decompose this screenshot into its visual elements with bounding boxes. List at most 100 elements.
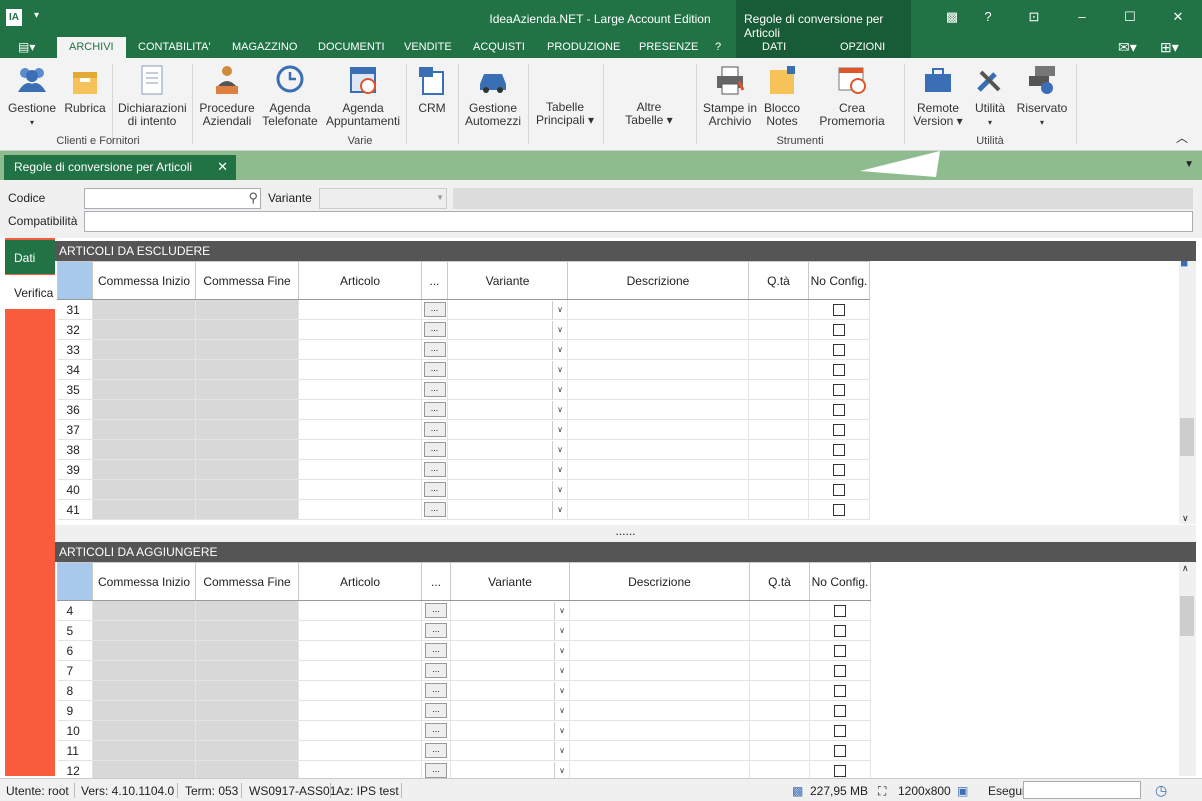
cell-commessa-inizio[interactable] [92,299,196,320]
no-config-checkbox[interactable] [833,323,845,336]
history-icon[interactable]: ◷ [1155,782,1167,799]
cell-qta[interactable] [749,720,810,741]
cell-commessa-inizio[interactable] [92,459,196,480]
table-row[interactable]: 5... ∨ [57,620,871,641]
cell-commessa-fine[interactable] [195,720,299,741]
cell-commessa-inizio[interactable] [92,379,196,400]
cell-commessa-fine[interactable] [195,680,299,701]
cell-variante[interactable]: ∨ [450,600,570,621]
window-layout-icon[interactable]: ⊞▾ [1160,39,1179,56]
cell-variante[interactable]: ∨ [447,299,568,320]
cell-commessa-fine[interactable] [195,640,299,661]
rubrica-button[interactable]: Rubrica [62,62,108,115]
lookup-button[interactable]: ... [425,603,447,618]
cell-qta[interactable] [748,299,809,320]
compatibilita-input[interactable] [84,211,1193,232]
table-row[interactable]: 40... ∨ [57,479,870,500]
window-icon[interactable]: ▣ [957,784,968,798]
cell-descrizione[interactable] [569,620,750,641]
col-lookup[interactable]: ... [421,261,448,300]
remote-version-button[interactable]: Remote Version ▾ [910,62,966,128]
chevron-down-icon[interactable]: ∨ [552,380,567,399]
no-config-checkbox[interactable] [833,483,845,496]
cell-articolo[interactable] [298,299,422,320]
col-articolo[interactable]: Articolo [298,261,422,300]
tab-list-icon[interactable]: ▼ [1184,159,1194,170]
lookup-button[interactable]: ... [423,462,446,477]
lookup-button[interactable]: ... [425,743,447,758]
chevron-down-icon[interactable]: ∨ [552,460,567,479]
lookup-button[interactable]: ... [423,402,446,417]
cell-descrizione[interactable] [567,379,749,400]
cell-qta[interactable] [748,379,809,400]
table-row[interactable]: 33... ∨ [57,339,870,360]
cell-variante[interactable]: ∨ [450,660,570,681]
cell-commessa-fine[interactable] [195,379,299,400]
cell-articolo[interactable] [298,379,422,400]
cell-descrizione[interactable] [567,499,749,520]
app-icon[interactable]: IA [6,9,22,26]
file-menu-icon[interactable]: ▤▾ [18,40,36,54]
crea-promemoria-button[interactable]: Crea Promemoria [808,62,896,128]
cell-qta[interactable] [749,680,810,701]
cell-descrizione[interactable] [567,399,749,420]
lookup-button[interactable]: ... [423,442,446,457]
cell-commessa-fine[interactable] [195,620,299,641]
lookup-button[interactable]: ... [423,322,446,337]
cell-articolo[interactable] [298,640,422,661]
lookup-button[interactable]: ... [425,663,447,678]
chevron-down-icon[interactable]: ∨ [1182,513,1189,524]
cell-variante[interactable]: ∨ [447,319,568,340]
col-lookup[interactable]: ... [421,562,451,601]
no-config-checkbox[interactable] [834,704,846,717]
cell-descrizione[interactable] [569,720,750,741]
col-descrizione[interactable]: Descrizione [567,261,749,300]
altre-tabelle-button[interactable]: Altre Tabelle ▾ [608,101,690,127]
chevron-down-icon[interactable]: ∨ [552,420,567,439]
tab-help[interactable]: ? [715,41,721,53]
cell-commessa-inizio[interactable] [92,640,196,661]
cell-qta[interactable] [749,740,810,761]
chevron-down-icon[interactable]: ∨ [554,701,569,720]
tab-documenti[interactable]: DOCUMENTI [318,41,385,53]
chevron-down-icon[interactable]: ∨ [554,761,569,780]
minimize-button[interactable]: – [1072,9,1092,24]
cell-articolo[interactable] [298,399,422,420]
table-row[interactable]: 8... ∨ [57,680,871,701]
utilita-button[interactable]: Utilità ▾ [970,62,1010,129]
gestione-button[interactable]: Gestione ▾ [4,62,60,129]
escludere-scrollbar[interactable]: ▀ ∨ [1179,261,1196,524]
cell-descrizione[interactable] [567,419,749,440]
cell-articolo[interactable] [298,459,422,480]
cell-descrizione[interactable] [567,299,749,320]
no-config-checkbox[interactable] [833,423,845,436]
chevron-down-icon[interactable]: ∨ [554,621,569,640]
cell-qta[interactable] [749,600,810,621]
table-row[interactable]: 38... ∨ [57,439,870,460]
no-config-checkbox[interactable] [834,764,846,777]
cell-commessa-inizio[interactable] [92,479,196,500]
tab-presenze[interactable]: PRESENZE [639,41,698,53]
gestione-automezzi-button[interactable]: Gestione Automezzi [462,62,524,128]
cell-articolo[interactable] [298,740,422,761]
lookup-button[interactable]: ... [423,302,446,317]
chevron-down-icon[interactable]: ∨ [554,661,569,680]
no-config-checkbox[interactable] [834,624,846,637]
cell-commessa-fine[interactable] [195,359,299,380]
cell-descrizione[interactable] [567,439,749,460]
cell-commessa-fine[interactable] [195,439,299,460]
cell-articolo[interactable] [298,700,422,721]
search-icon[interactable]: ⚲ [248,190,258,206]
no-config-checkbox[interactable] [834,684,846,697]
cell-variante[interactable]: ∨ [450,740,570,761]
cell-descrizione[interactable] [567,339,749,360]
chevron-up-icon[interactable]: ∧ [1182,563,1189,574]
table-row[interactable]: 11... ∨ [57,740,871,761]
col-no-config[interactable]: No Config. [809,562,871,601]
chevron-down-icon[interactable]: ∨ [554,681,569,700]
no-config-checkbox[interactable] [833,383,845,396]
cell-commessa-inizio[interactable] [92,700,196,721]
cell-qta[interactable] [748,399,809,420]
esegui-input[interactable] [1023,781,1141,799]
cell-commessa-inizio[interactable] [92,660,196,681]
